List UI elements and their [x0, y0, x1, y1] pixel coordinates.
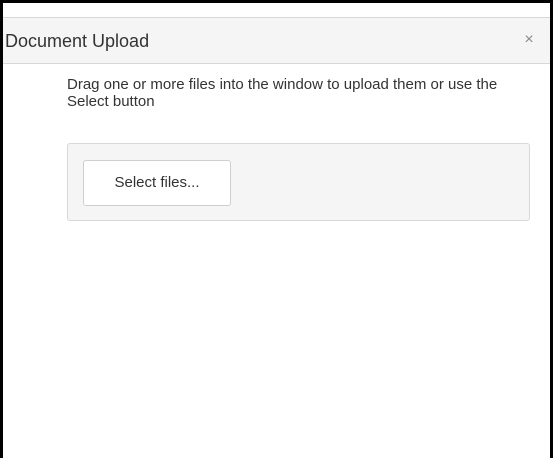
file-drop-zone[interactable]: Select files...	[67, 143, 530, 221]
dialog-title: Document Upload	[5, 31, 150, 51]
upload-instructions: Drag one or more files into the window t…	[67, 76, 498, 110]
dialog-titlebar: Document Upload ×	[3, 17, 550, 64]
dialog-top-spacer	[3, 3, 550, 17]
select-files-button[interactable]: Select files...	[83, 160, 231, 206]
close-icon[interactable]: ×	[520, 31, 538, 49]
upload-dialog: Document Upload × Drag one or more files…	[0, 0, 553, 458]
